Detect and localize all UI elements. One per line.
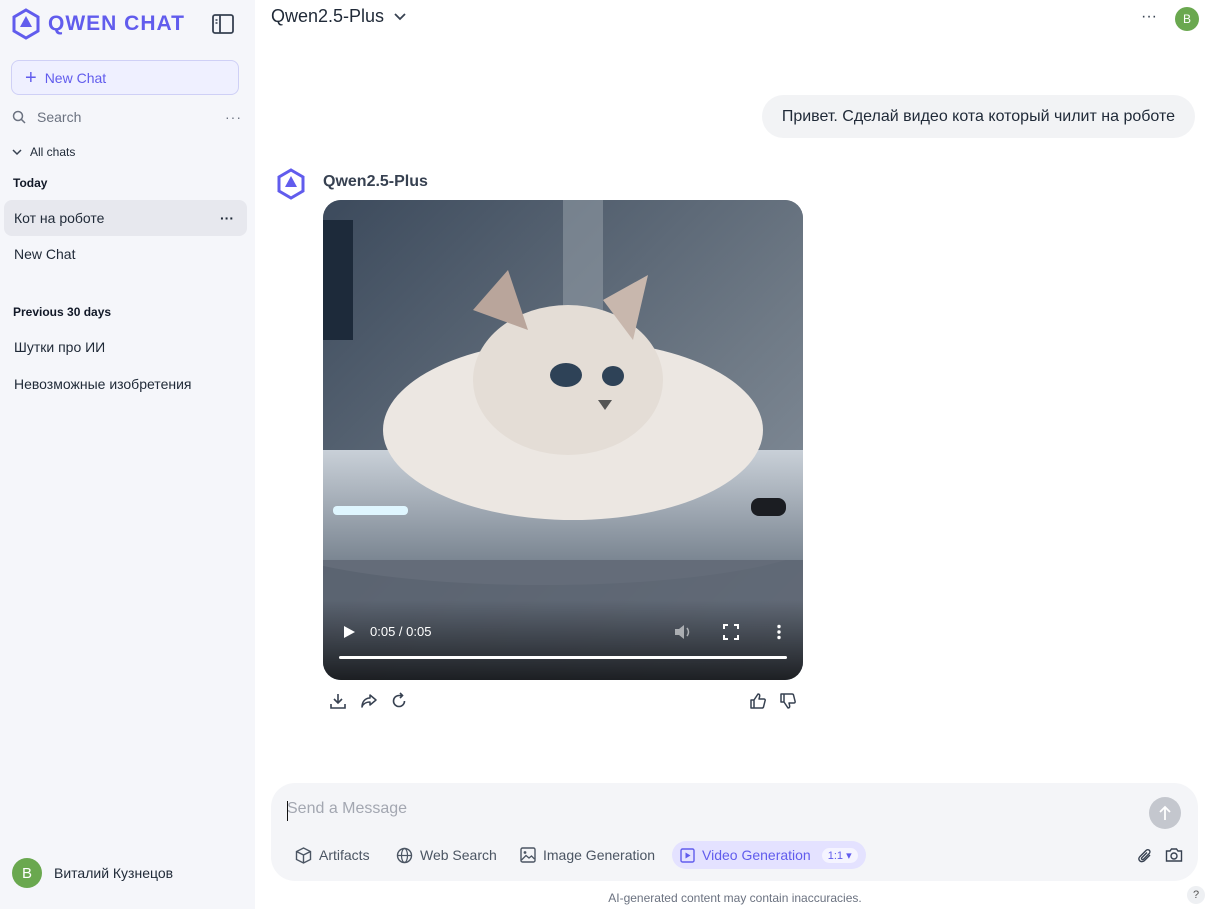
sidebar-toggle-icon[interactable] — [211, 12, 235, 36]
user-profile[interactable]: B Виталий Кузнецов — [12, 858, 173, 888]
aspect-ratio-select[interactable]: 1:1 ▾ — [821, 847, 858, 863]
search-icon — [12, 110, 26, 124]
tool-label: Image Generation — [543, 847, 656, 863]
model-selector[interactable]: Qwen2.5-Plus — [271, 6, 406, 27]
message-composer: Send a Message Artifacts Web Search Imag… — [271, 783, 1198, 881]
tool-label: Web Search — [420, 847, 497, 863]
plus-icon: + — [25, 66, 37, 89]
share-icon[interactable] — [360, 692, 378, 710]
section-today: Today — [13, 176, 48, 190]
video-time: 0:05 / 0:05 — [370, 624, 432, 639]
search-input[interactable]: Search — [37, 109, 81, 125]
chat-item[interactable]: Кот на роботе ··· — [4, 200, 247, 236]
chat-item[interactable]: Невозможные изобретения — [4, 366, 247, 402]
thumbs-down-icon[interactable] — [779, 692, 797, 710]
text-caret — [287, 801, 288, 821]
chat-item[interactable]: Шутки про ИИ — [4, 329, 247, 365]
new-chat-button[interactable]: + New Chat — [11, 60, 239, 95]
fullscreen-icon[interactable] — [723, 624, 739, 640]
video-controls-overlay — [323, 600, 803, 680]
video-menu-icon[interactable] — [772, 624, 786, 640]
chevron-down-icon — [394, 12, 406, 20]
image-icon — [520, 847, 536, 863]
user-name: Виталий Кузнецов — [54, 865, 174, 881]
chevron-down-icon — [12, 149, 22, 156]
chat-item-label: Кот на роботе — [14, 210, 105, 226]
video-progress-bar[interactable] — [339, 656, 787, 659]
avatar: B — [12, 858, 42, 888]
video-generation-button[interactable]: Video Generation 1:1 ▾ — [672, 841, 866, 869]
web-search-button[interactable]: Web Search — [396, 841, 497, 869]
message-input[interactable]: Send a Message — [287, 800, 407, 818]
arrow-up-icon — [1159, 805, 1171, 820]
video-player[interactable]: 0:05 / 0:05 — [323, 200, 803, 680]
chat-item-label: Шутки про ИИ — [14, 339, 106, 355]
brand[interactable]: QWEN CHAT — [10, 8, 185, 40]
new-chat-label: New Chat — [44, 69, 107, 86]
avatar[interactable]: B — [1175, 7, 1199, 31]
aspect-ratio-value: 1:1 — [827, 849, 844, 862]
all-chats-label: All chats — [30, 145, 76, 159]
qwen-logo-icon — [12, 8, 40, 40]
model-name: Qwen2.5-Plus — [271, 6, 385, 26]
send-button[interactable] — [1149, 797, 1181, 829]
all-chats-toggle[interactable]: All chats — [12, 145, 75, 159]
tool-label: Artifacts — [319, 847, 370, 863]
search-more-icon[interactable]: ··· — [225, 109, 242, 125]
chat-item-label: New Chat — [14, 246, 76, 262]
sidebar: QWEN CHAT + New Chat Search ··· All chat… — [0, 0, 255, 909]
more-options-icon[interactable]: ··· — [1141, 8, 1157, 26]
disclaimer: AI-generated content may contain inaccur… — [608, 891, 862, 905]
play-icon[interactable] — [342, 625, 356, 639]
globe-icon — [396, 847, 413, 863]
regenerate-icon[interactable] — [390, 692, 408, 710]
help-button[interactable]: ? — [1187, 886, 1205, 904]
artifacts-button[interactable]: Artifacts — [295, 841, 370, 869]
volume-icon[interactable] — [674, 624, 692, 640]
paperclip-icon[interactable] — [1137, 847, 1153, 865]
cube-icon — [295, 846, 312, 864]
tool-label: Video Generation — [702, 847, 811, 863]
chat-more-icon[interactable]: ··· — [220, 210, 234, 226]
section-previous-30-days: Previous 30 days — [13, 305, 112, 319]
user-message: Привет. Сделай видео кота который чилит … — [761, 95, 1195, 138]
video-icon — [680, 847, 695, 863]
brand-name: QWEN CHAT — [48, 12, 185, 35]
search-row[interactable]: Search ··· — [12, 106, 242, 128]
qwen-logo-icon — [277, 168, 305, 200]
download-icon[interactable] — [329, 692, 347, 710]
thumbs-up-icon[interactable] — [749, 692, 767, 710]
image-generation-button[interactable]: Image Generation — [520, 841, 655, 869]
camera-icon[interactable] — [1165, 847, 1183, 863]
bot-name: Qwen2.5-Plus — [323, 173, 428, 190]
chat-item-label: Невозможные изобретения — [14, 376, 192, 392]
chat-item[interactable]: New Chat — [4, 236, 247, 272]
